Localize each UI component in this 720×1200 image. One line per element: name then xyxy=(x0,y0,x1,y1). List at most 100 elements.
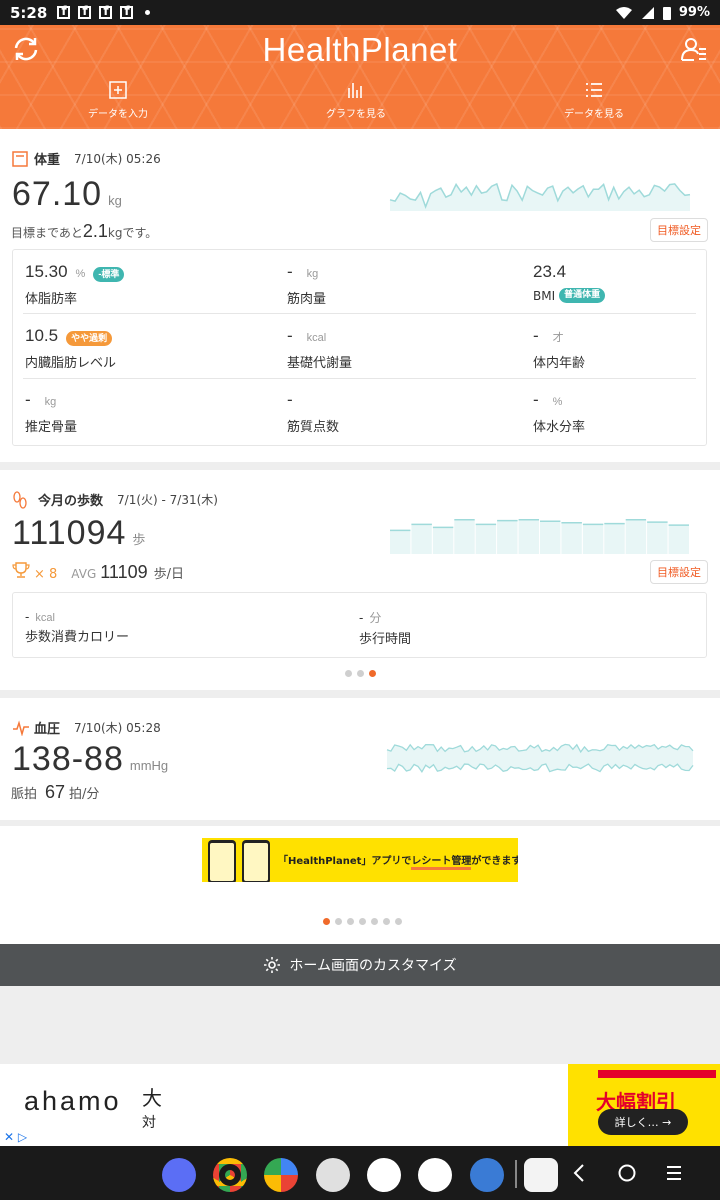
chrome-app-icon[interactable] xyxy=(213,1158,247,1192)
settings-app-icon[interactable] xyxy=(470,1158,504,1192)
home-icon[interactable] xyxy=(617,1163,637,1183)
ad-choices-icon[interactable]: ✕ ▷ xyxy=(4,1130,27,1144)
steps-bar xyxy=(497,520,518,554)
steps-metrics-grid: - kcal 歩数消費カロリー -分 歩行時間 xyxy=(12,592,707,658)
weight-goal-text: 目標まであと2.1kgです。 xyxy=(11,221,157,242)
metric-value: 23.4 xyxy=(533,262,567,281)
status-bar: 5:28 99% xyxy=(0,0,720,25)
metric-label: 筋肉量 xyxy=(287,292,327,307)
metric-value: - xyxy=(359,610,364,625)
blood-pressure-card[interactable]: 血圧 7/10(木) 05:28 138-88 mmHg 脈拍 67 拍/分 xyxy=(0,698,720,820)
nav-graph-label: グラフを見る xyxy=(326,109,386,120)
gear-icon xyxy=(264,957,281,973)
steps-bar xyxy=(561,522,582,554)
weight-unit: kg xyxy=(108,193,122,208)
metric-unit: 分 xyxy=(369,611,382,625)
receipt-banner[interactable]: 「HealthPlanet」アプリでレシート管理ができます! xyxy=(202,838,518,882)
photos-app-icon[interactable] xyxy=(264,1158,298,1192)
advertisement[interactable]: ahamo 大 対 ✕ ▷ 大幅割引 詳しく… → xyxy=(0,1064,720,1146)
notification-icon xyxy=(99,4,113,19)
ad-promo[interactable]: 大幅割引 詳しく… → xyxy=(568,1064,720,1146)
back-icon[interactable] xyxy=(572,1164,586,1182)
app-drawer-icon[interactable] xyxy=(524,1158,558,1192)
steps-bar xyxy=(668,525,689,554)
goal-suffix: です。 xyxy=(122,226,158,240)
avg-value: 11109 xyxy=(100,562,148,582)
pressure-date: 7/10(木) 05:28 xyxy=(74,721,161,735)
maps-app-icon[interactable] xyxy=(418,1158,452,1192)
recents-icon[interactable] xyxy=(666,1164,682,1182)
metric-body-fat[interactable]: 15.30% -標準 体脂肪率 xyxy=(25,262,125,307)
metric-basal-metabolism[interactable]: - kcal 基礎代謝量 xyxy=(287,326,352,371)
scale-icon xyxy=(12,150,28,167)
ad-details-button[interactable]: 詳しく… → xyxy=(598,1109,688,1135)
metric-visceral-fat[interactable]: 10.5 やや過剰 内臓脂肪レベル xyxy=(25,326,116,371)
metric-walking-time[interactable]: -分 歩行時間 xyxy=(359,609,411,647)
metric-value: - xyxy=(25,609,30,624)
messenger-app-icon[interactable] xyxy=(162,1158,196,1192)
notification-icon xyxy=(57,4,71,19)
system-nav-bar xyxy=(0,1146,720,1200)
trophy-icon xyxy=(12,562,30,578)
steps-goal-button[interactable]: 目標設定 xyxy=(650,560,708,584)
app-header: HealthPlanet データを入力 グラフを見る データを見る xyxy=(0,25,720,129)
metric-value: - xyxy=(287,262,293,281)
nav-graph[interactable]: グラフを見る xyxy=(291,81,421,120)
trophy-count: × 8 xyxy=(34,567,58,582)
steps-summary: × 8 AVG 11109 歩/日 xyxy=(12,562,184,583)
metric-label: 内臓脂肪レベル xyxy=(25,356,117,371)
ai-app-icon[interactable] xyxy=(367,1158,401,1192)
steps-value: 111094 歩 xyxy=(12,514,145,553)
metric-bmi[interactable]: 23.4 BMI 普通体重 xyxy=(533,262,606,303)
pressure-header: 血圧 7/10(木) 05:28 xyxy=(12,718,161,737)
goal-remaining: 2.1 xyxy=(82,221,108,241)
camera-app-icon[interactable] xyxy=(316,1158,350,1192)
plus-square-icon xyxy=(109,81,127,99)
ad-line1: 大 xyxy=(142,1086,162,1110)
ad-brand: ahamo xyxy=(24,1086,122,1116)
steps-bar xyxy=(454,519,475,554)
metric-step-calories[interactable]: - kcal 歩数消費カロリー xyxy=(25,609,129,645)
user-menu-button[interactable] xyxy=(680,35,708,67)
steps-bar xyxy=(432,527,454,554)
steps-bar xyxy=(625,519,647,554)
metric-value: - xyxy=(533,326,539,345)
customize-home-button[interactable]: ホーム画面のカスタマイズ xyxy=(0,944,720,986)
weight-goal-button[interactable]: 目標設定 xyxy=(650,218,708,242)
steps-page-indicator[interactable] xyxy=(345,670,376,677)
metric-value: - xyxy=(287,326,293,345)
metric-unit: 才 xyxy=(552,332,564,344)
weight-header: 体重 7/10(木) 05:26 xyxy=(12,149,161,168)
avg-label: AVG xyxy=(71,567,97,581)
promo-banner-card[interactable]: 「HealthPlanet」アプリでレシート管理ができます! xyxy=(0,826,720,944)
metric-bone-mass[interactable]: - kg 推定骨量 xyxy=(25,390,77,435)
metric-body-age[interactable]: - 才 体内年齢 xyxy=(533,326,585,371)
nav-data-input[interactable]: データを入力 xyxy=(53,81,183,120)
battery-level: 99% xyxy=(678,5,710,20)
steps-bar xyxy=(390,530,411,554)
divider xyxy=(23,313,696,314)
steps-bar xyxy=(582,524,604,554)
pulse-text: 脈拍 67 拍/分 xyxy=(11,782,99,803)
metric-unit: kg xyxy=(306,268,319,280)
weight-card[interactable]: 体重 7/10(木) 05:26 67.10 kg 目標まであと2.1kgです。 … xyxy=(0,129,720,462)
metric-label: 体内年齢 xyxy=(533,356,586,371)
metric-muscle-quality[interactable]: - 筋質点数 xyxy=(287,390,339,435)
wifi-icon xyxy=(615,6,632,19)
footprint-icon xyxy=(13,490,27,509)
steps-card[interactable]: 今月の歩数 7/1(火) - 7/31(木) 111094 歩 × 8 AVG 1… xyxy=(0,470,720,690)
metric-body-water[interactable]: -% 体水分率 xyxy=(533,390,585,435)
steps-title: 今月の歩数 xyxy=(38,494,104,509)
weight-value: 67.10 kg xyxy=(12,175,122,214)
metric-unit: % xyxy=(75,268,86,280)
avg-unit: 歩/日 xyxy=(153,567,185,582)
metric-value: - xyxy=(287,390,293,409)
weight-number: 67.10 xyxy=(12,175,103,213)
nav-data-list[interactable]: データを見る xyxy=(529,81,659,120)
app-logo: HealthPlanet xyxy=(262,31,458,68)
banner-page-indicator[interactable] xyxy=(323,918,402,925)
pressure-sparkline xyxy=(386,743,694,773)
pulse-unit: 拍/分 xyxy=(69,787,100,802)
weight-metrics-grid: 15.30% -標準 体脂肪率 - kg 筋肉量 23.4 BMI 普通体重 10.5… xyxy=(12,249,707,446)
metric-muscle-mass[interactable]: - kg 筋肉量 xyxy=(287,262,326,307)
